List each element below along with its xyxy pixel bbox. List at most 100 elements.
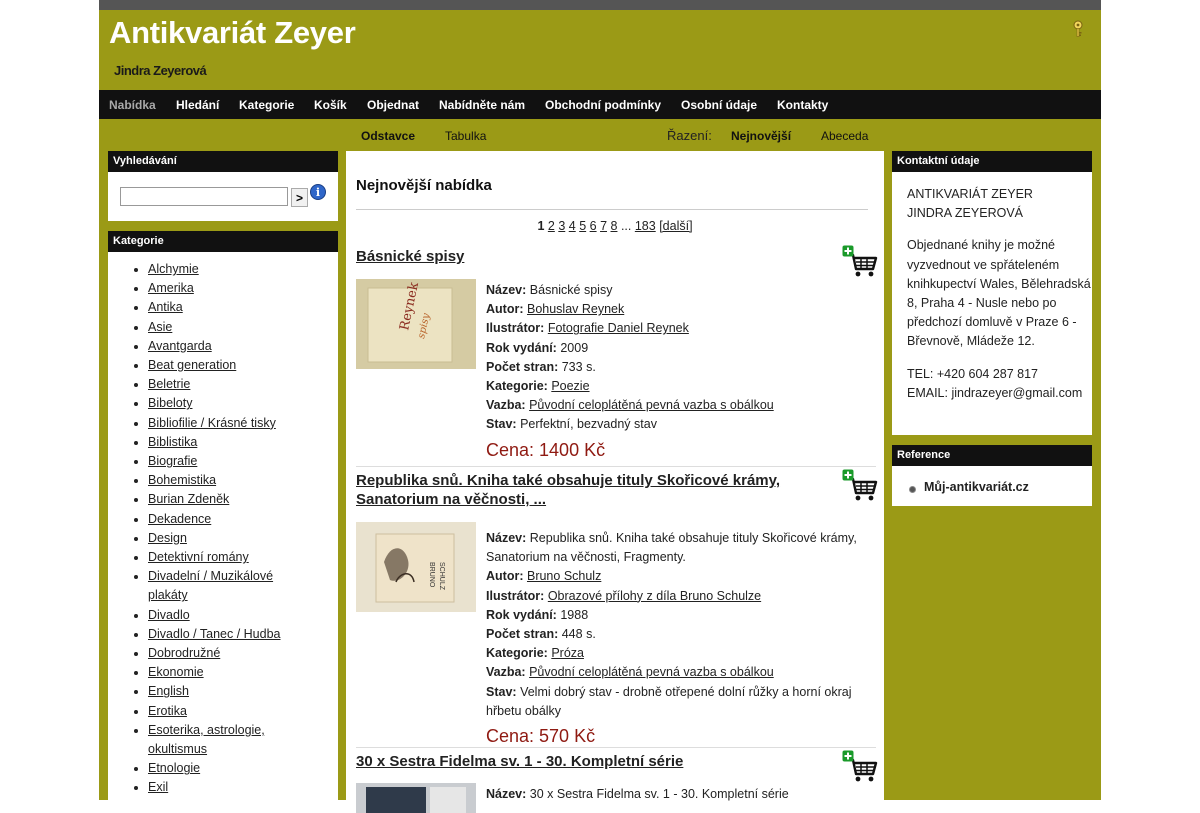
category-link[interactable]: Amerika: [148, 281, 194, 295]
nav-kategorie[interactable]: Kategorie: [239, 98, 294, 112]
svg-text:SCHULZ: SCHULZ: [438, 562, 445, 591]
label-year: Rok vydání:: [486, 340, 557, 355]
category-link[interactable]: English: [148, 684, 189, 698]
nav-objednat[interactable]: Objednat: [367, 98, 419, 112]
label-condition: Stav:: [486, 684, 517, 699]
contact-heading: Kontaktní údaje: [892, 151, 1092, 172]
nav-nabidnete-nam[interactable]: Nabídněte nám: [439, 98, 525, 112]
pager-page[interactable]: 7: [600, 219, 607, 233]
site-title[interactable]: Antikvariát Zeyer: [109, 15, 356, 51]
category-link[interactable]: Alchymie: [148, 262, 199, 276]
category-link[interactable]: Detektivní romány: [148, 550, 249, 564]
category-item: Dobrodružné: [148, 644, 298, 663]
category-item: Alchymie: [148, 260, 298, 279]
reference-link[interactable]: Můj-antikvariát.cz: [924, 480, 1029, 494]
category-link[interactable]: Dobrodružné: [148, 646, 220, 660]
category-link[interactable]: Ekonomie: [148, 665, 204, 679]
product-details: Název: Republika snů. Kniha také obsahuj…: [486, 529, 876, 747]
product-price: Cena: 1400 Kč: [486, 439, 606, 460]
search-submit-button[interactable]: >: [291, 188, 308, 207]
category-link[interactable]: Biografie: [148, 454, 197, 468]
product-title: Republika snů. Kniha také obsahuje titul…: [356, 471, 826, 509]
category-link[interactable]: Beletrie: [148, 377, 190, 391]
info-icon[interactable]: i: [310, 184, 326, 200]
category-link[interactable]: Erotika: [148, 704, 187, 718]
book-cover-image: BRUNO SCHULZ: [356, 522, 476, 612]
product-illustrator-link[interactable]: Obrazové přílohy z díla Bruno Schulze: [548, 589, 761, 603]
nav-kontakty[interactable]: Kontakty: [777, 98, 828, 112]
category-item: Beat generation: [148, 356, 298, 375]
product-item: Republika snů. Kniha také obsahuje titul…: [356, 469, 878, 751]
contact-name-line2: JINDRA ZEYEROVÁ: [907, 206, 1023, 221]
product-author-link[interactable]: Bruno Schulz: [527, 569, 601, 583]
product-illustrator-link[interactable]: Fotografie Daniel Reynek: [548, 321, 689, 335]
category-link[interactable]: Divadlo: [148, 608, 190, 622]
sort-newest-link[interactable]: Nejnovější: [731, 129, 791, 143]
pager-page[interactable]: 8: [611, 219, 618, 233]
category-link[interactable]: Asie: [148, 320, 172, 334]
category-link[interactable]: Beat generation: [148, 358, 236, 372]
product-title-link[interactable]: Básnické spisy: [356, 248, 464, 265]
pager-page[interactable]: 4: [569, 219, 576, 233]
category-item: Design: [148, 529, 298, 548]
category-link[interactable]: Burian Zdeněk: [148, 492, 229, 506]
add-to-cart-icon[interactable]: [842, 469, 878, 503]
pager-last[interactable]: 183: [635, 219, 656, 233]
category-item: Divadlo / Tanec / Hudba: [148, 625, 298, 644]
top-strip: [99, 0, 1101, 10]
product-category-link[interactable]: Poezie: [551, 379, 589, 393]
pager-page[interactable]: 5: [579, 219, 586, 233]
product-binding-link[interactable]: Původní celoplátěná pevná vazba s obálko…: [529, 665, 774, 679]
label-category: Kategorie:: [486, 646, 548, 661]
nav-obchodni-podminky[interactable]: Obchodní podmínky: [545, 98, 661, 112]
add-to-cart-icon[interactable]: [842, 750, 878, 784]
product-binding-link[interactable]: Původní celoplátěná pevná vazba s obálko…: [529, 398, 774, 412]
category-link[interactable]: Divadelní / Muzikálové plakáty: [148, 569, 273, 602]
pager-page[interactable]: 6: [590, 219, 597, 233]
page-frame: Antikvariát Zeyer Jindra Zeyerová Nabídk…: [99, 0, 1101, 813]
categories-heading: Kategorie: [108, 231, 338, 252]
sort-alpha-link[interactable]: Abeceda: [821, 129, 868, 143]
category-link[interactable]: Design: [148, 531, 187, 545]
product-title-link[interactable]: 30 x Sestra Fidelma sv. 1 - 30. Kompletn…: [356, 753, 683, 770]
product-category-link[interactable]: Próza: [551, 646, 584, 660]
product-thumbnail[interactable]: [356, 783, 476, 813]
pager-page[interactable]: 2: [548, 219, 555, 233]
product-author-link[interactable]: Bohuslav Reynek: [527, 302, 624, 316]
category-link[interactable]: Exil: [148, 780, 168, 794]
nav-osobni-udaje[interactable]: Osobní údaje: [681, 98, 757, 112]
product-condition: Perfektní, bezvadný stav: [520, 417, 657, 432]
search-input[interactable]: [120, 187, 288, 206]
category-link[interactable]: Biblistika: [148, 435, 197, 449]
category-item: Bibeloty: [148, 394, 298, 413]
category-item: Asie: [148, 318, 298, 337]
key-icon[interactable]: [1071, 20, 1085, 38]
category-link[interactable]: Bohemistika: [148, 473, 216, 487]
contact-box: ANTIKVARIÁT ZEYER JINDRA ZEYEROVÁ Objedn…: [892, 172, 1092, 435]
category-link[interactable]: Dekadence: [148, 512, 211, 526]
nav-kosik[interactable]: Košík: [314, 98, 347, 112]
product-thumbnail[interactable]: Reynek spisy: [356, 279, 476, 369]
category-link[interactable]: Antika: [148, 300, 183, 314]
category-link[interactable]: Bibliofilie / Krásné tisky: [148, 416, 276, 430]
view-paragraphs-link[interactable]: Odstavce: [361, 129, 415, 143]
view-table-link[interactable]: Tabulka: [445, 129, 486, 143]
pager-next[interactable]: [další]: [659, 219, 692, 233]
category-item: Exil: [148, 778, 298, 797]
category-link[interactable]: Divadlo / Tanec / Hudba: [148, 627, 281, 641]
product-thumbnail[interactable]: BRUNO SCHULZ: [356, 522, 476, 612]
category-link[interactable]: Bibeloty: [148, 396, 192, 410]
category-link[interactable]: Esoterika, astrologie, okultismus: [148, 723, 265, 756]
category-link[interactable]: Etnologie: [148, 761, 200, 775]
book-cover-image: Reynek spisy: [356, 279, 476, 369]
main-content: Nejnovější nabídka 1 2 3 4 5 6 7 8 ... 1…: [346, 151, 884, 813]
label-binding: Vazba:: [486, 398, 526, 413]
product-title-link[interactable]: Republika snů. Kniha také obsahuje titul…: [356, 472, 780, 508]
nav-hledani[interactable]: Hledání: [176, 98, 219, 112]
category-link[interactable]: Avantgarda: [148, 339, 212, 353]
nav-nabidka[interactable]: Nabídka: [109, 98, 156, 112]
pager-page[interactable]: 3: [558, 219, 565, 233]
add-to-cart-icon[interactable]: [842, 245, 878, 279]
pager-ellipsis: ...: [620, 219, 632, 233]
pager-current: 1: [537, 219, 545, 233]
